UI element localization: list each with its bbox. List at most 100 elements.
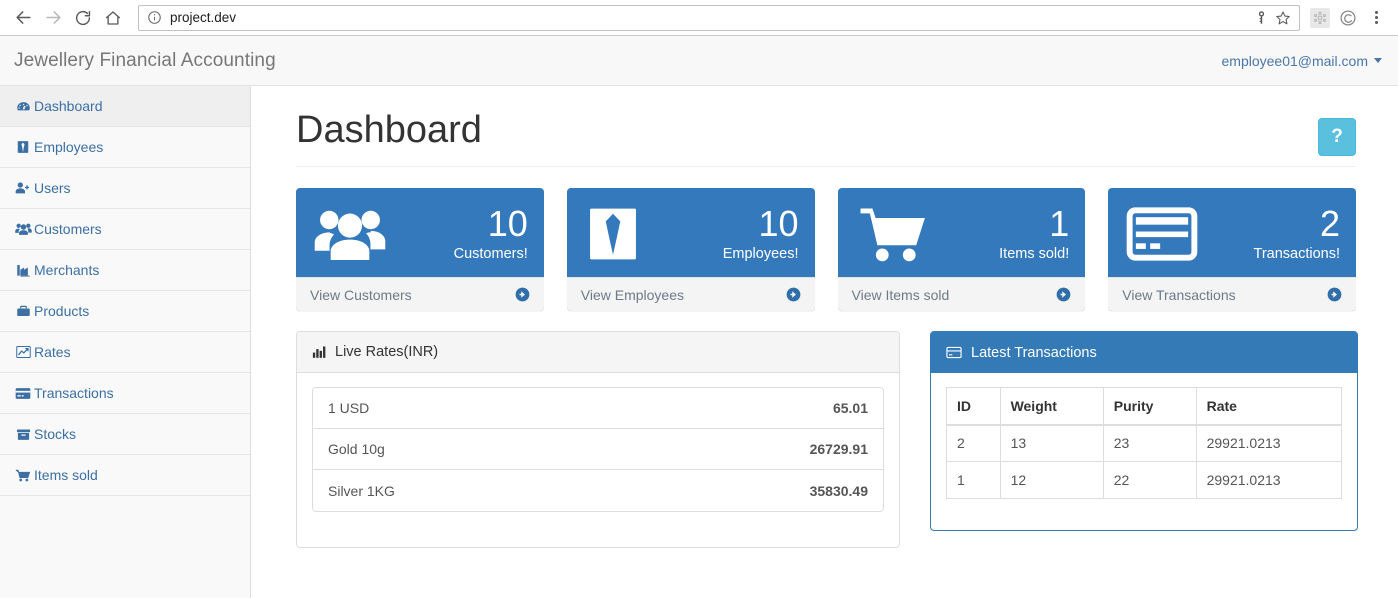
browser-toolbar: project.dev — [0, 0, 1398, 36]
latest-transactions-panel-body: ID Weight Purity Rate 2 13 23 29921.0213… — [931, 373, 1357, 514]
rate-name: Silver 1KG — [328, 482, 395, 499]
cell-purity: 22 — [1102, 461, 1197, 499]
sidebar-item-products[interactable]: Products — [0, 291, 250, 332]
transactions-table: ID Weight Purity Rate 2 13 23 29921.0213… — [946, 387, 1343, 499]
back-arrow-icon[interactable] — [8, 3, 38, 33]
table-row[interactable]: 1 12 22 29921.0213 — [946, 461, 1343, 499]
sidebar-item-label: Dashboard — [34, 98, 103, 114]
star-icon[interactable] — [1275, 10, 1291, 26]
sidebar-nav: Dashboard Employees Users Customers Merc — [0, 86, 251, 598]
table-header-row: ID Weight Purity Rate — [946, 387, 1343, 426]
main-content: Dashboard ? 10 Customers! View Customers — [251, 86, 1398, 598]
stat-card-employees[interactable]: 10 Employees! View Employees — [566, 188, 815, 311]
help-button[interactable]: ? — [1318, 118, 1356, 156]
info-circle-icon — [147, 10, 162, 25]
sidebar-item-merchants[interactable]: Merchants — [0, 250, 250, 291]
sidebar-item-label: Merchants — [34, 262, 100, 278]
sidebar-item-items-sold[interactable]: Items sold — [0, 455, 250, 496]
credit-card-icon — [14, 387, 32, 400]
column-header-id: ID — [946, 387, 1001, 426]
key-icon[interactable] — [1254, 10, 1269, 25]
sidebar-item-rates[interactable]: Rates — [0, 332, 250, 373]
sidebar-item-dashboard[interactable]: Dashboard — [0, 86, 250, 127]
rate-name: Gold 10g — [328, 441, 385, 457]
live-rates-panel-body: 1 USD 65.01 Gold 10g 26729.91 Silver 1KG… — [297, 373, 899, 527]
view-employees-link[interactable]: View Employees — [566, 277, 815, 311]
rate-value: 26729.91 — [809, 441, 868, 457]
stat-card-items-sold[interactable]: 1 Items sold! View Items sold — [837, 188, 1086, 311]
view-customers-link[interactable]: View Customers — [296, 277, 544, 311]
view-items-sold-link[interactable]: View Items sold — [837, 277, 1086, 311]
page-title: Dashboard — [296, 109, 482, 151]
stat-card-customers[interactable]: 10 Customers! View Customers — [296, 188, 544, 311]
arrow-circle-right-icon — [1056, 287, 1071, 302]
list-item[interactable]: Silver 1KG 35830.49 — [313, 470, 883, 511]
stat-card-values: 2 Transactions! — [1208, 205, 1341, 262]
view-transactions-link[interactable]: View Transactions — [1108, 277, 1356, 311]
arrow-circle-right-icon — [786, 287, 801, 302]
extension-puzzle-icon[interactable] — [1306, 4, 1334, 32]
sidebar-item-customers[interactable]: Customers — [0, 209, 250, 250]
users-group-icon — [312, 203, 396, 265]
arrow-circle-right-icon — [515, 287, 530, 302]
table-row[interactable]: 2 13 23 29921.0213 — [946, 424, 1343, 462]
cell-rate: 29921.0213 — [1195, 424, 1343, 462]
cell-weight: 13 — [999, 424, 1104, 462]
cell-purity: 23 — [1102, 424, 1197, 462]
factory-icon — [14, 263, 32, 277]
stat-link-label: View Employees — [580, 286, 684, 303]
address-bar[interactable]: project.dev — [138, 4, 1300, 31]
sidebar-item-label: Items sold — [34, 467, 98, 483]
sidebar-item-label: Rates — [34, 344, 71, 360]
bar-chart-icon — [312, 345, 326, 359]
latest-transactions-panel-header: Latest Transactions — [931, 332, 1357, 373]
list-item[interactable]: Gold 10g 26729.91 — [313, 429, 883, 470]
cell-rate: 29921.0213 — [1195, 461, 1343, 499]
list-item[interactable]: 1 USD 65.01 — [313, 388, 883, 429]
rate-name: 1 USD — [328, 400, 370, 416]
rate-value: 35830.49 — [809, 482, 868, 499]
stat-label: Items sold! — [999, 245, 1070, 262]
panels-row: Live Rates(INR) 1 USD 65.01 Gold 10g 267… — [296, 331, 1358, 548]
stat-card-values: 1 Items sold! — [938, 205, 1070, 262]
sidebar-item-users[interactable]: Users — [0, 168, 250, 209]
cell-id: 1 — [946, 461, 1001, 499]
rates-list: 1 USD 65.01 Gold 10g 26729.91 Silver 1KG… — [312, 387, 884, 512]
credit-card-icon — [946, 346, 962, 359]
stat-card-transactions[interactable]: 2 Transactions! View Transactions — [1108, 188, 1356, 311]
url-text[interactable]: project.dev — [170, 10, 1248, 25]
reload-icon[interactable] — [68, 3, 98, 33]
column-header-rate: Rate — [1195, 387, 1343, 426]
column-header-weight: Weight — [999, 387, 1104, 426]
user-menu-dropdown[interactable]: employee01@mail.com — [1221, 52, 1382, 69]
cell-id: 2 — [946, 424, 1001, 462]
panel-title: Latest Transactions — [971, 344, 1097, 361]
stat-card-top: 1 Items sold! — [838, 188, 1086, 277]
home-icon[interactable] — [98, 3, 128, 33]
forward-arrow-icon[interactable] — [38, 3, 68, 33]
page-brand-title: Jewellery Financial Accounting — [14, 49, 276, 71]
stat-count: 10 — [487, 203, 528, 245]
rate-value: 65.01 — [832, 400, 868, 416]
stat-label: Transactions! — [1253, 245, 1341, 262]
user-email-label: employee01@mail.com — [1221, 52, 1369, 69]
stat-count: 10 — [758, 203, 799, 245]
archive-box-icon — [14, 428, 32, 441]
sidebar-item-stocks[interactable]: Stocks — [0, 414, 250, 455]
sidebar-item-label: Stocks — [34, 426, 77, 442]
three-dot-menu-icon[interactable] — [1362, 4, 1390, 32]
sidebar-item-transactions[interactable]: Transactions — [0, 373, 250, 414]
stat-card-values: 10 Employees! — [667, 205, 799, 262]
stat-cards-row: 10 Customers! View Customers 10 Employee… — [296, 188, 1356, 311]
chevron-down-icon — [1374, 58, 1382, 63]
users-group-icon — [14, 222, 32, 236]
sidebar-item-label: Products — [34, 303, 90, 319]
app-header: Jewellery Financial Accounting employee0… — [0, 36, 1398, 86]
line-chart-icon — [14, 345, 32, 359]
sidebar-item-label: Customers — [34, 221, 102, 237]
spiral-avatar-icon[interactable] — [1334, 4, 1362, 32]
sidebar-item-employees[interactable]: Employees — [0, 127, 250, 168]
briefcase-icon — [14, 304, 32, 318]
page-header: Dashboard ? — [296, 109, 1356, 167]
tie-icon — [14, 140, 32, 154]
